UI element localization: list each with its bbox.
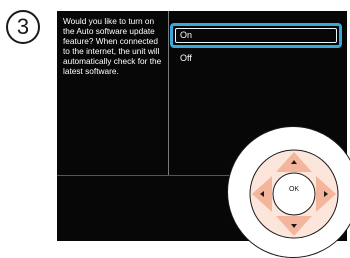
ok-button-label: OK [288, 186, 300, 193]
ok-button[interactable] [272, 172, 316, 216]
remote-dpad [249, 149, 339, 239]
